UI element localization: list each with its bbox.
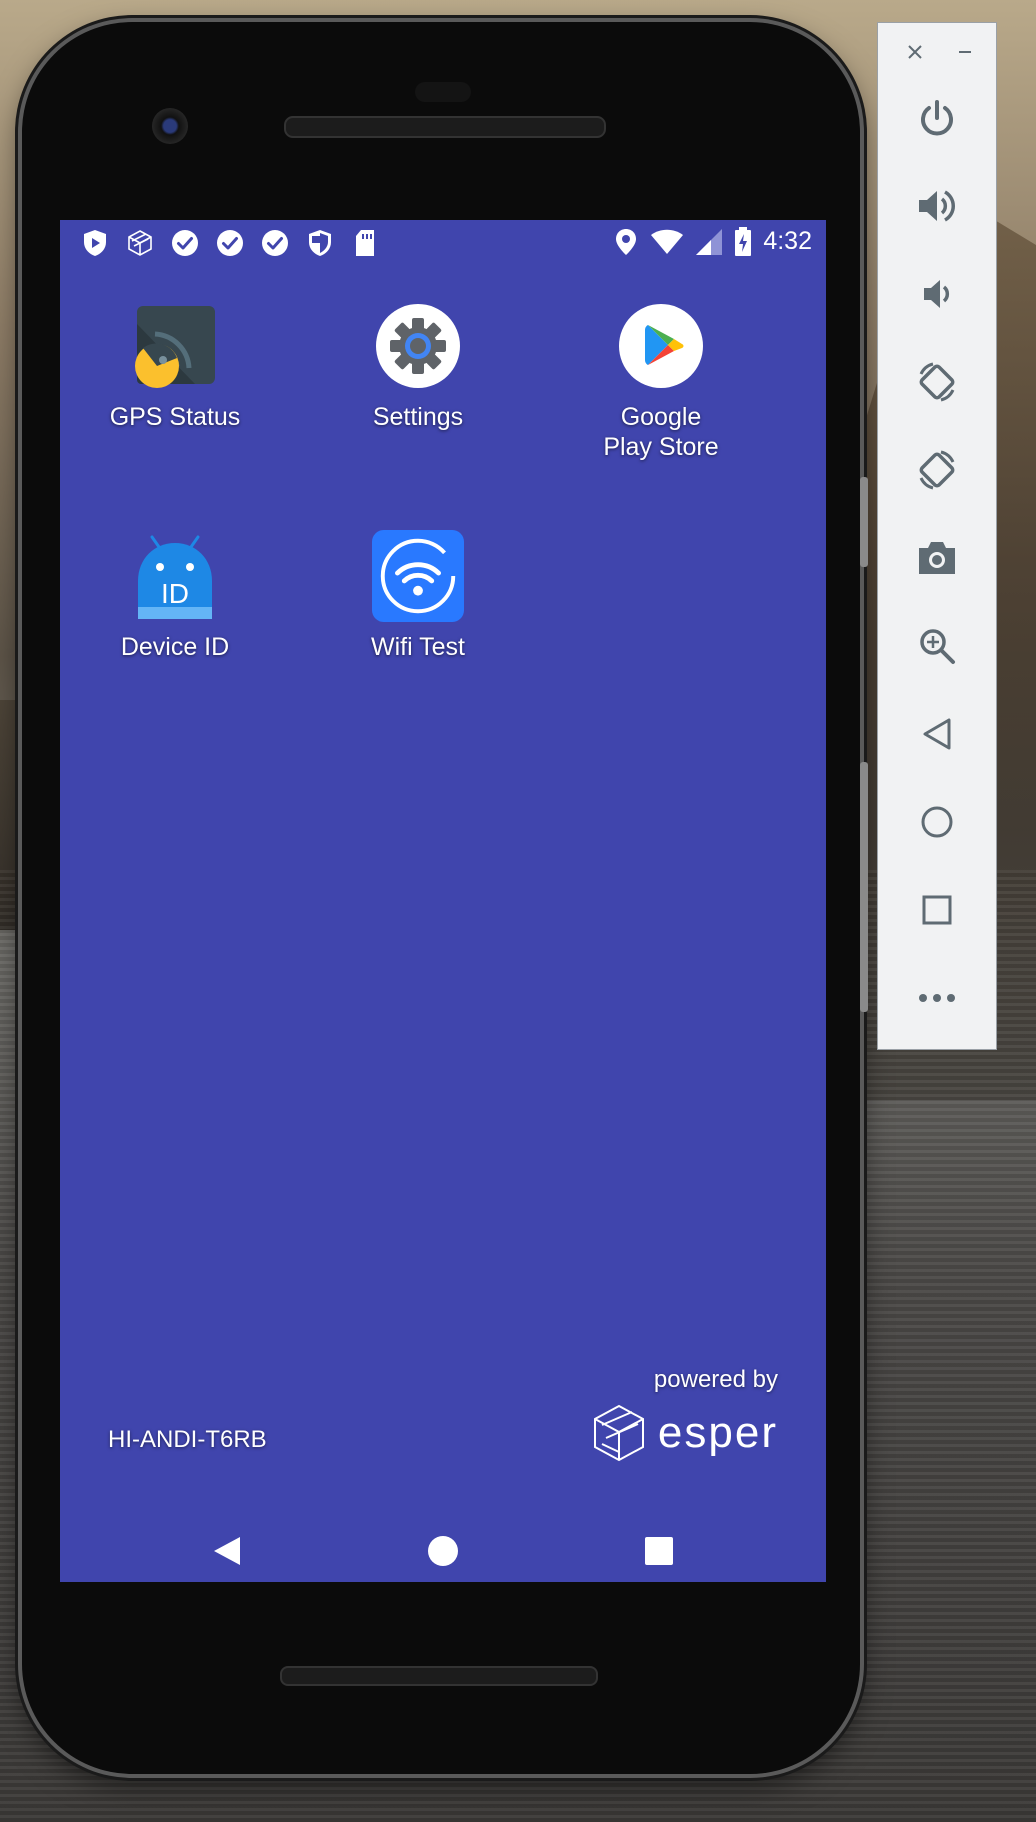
system-icons: 4:32 <box>611 226 812 256</box>
esper-cube-icon <box>593 1404 644 1462</box>
app-label: Settings <box>372 403 464 431</box>
overview-button[interactable] <box>908 881 966 939</box>
toolbar-window-controls <box>878 39 996 69</box>
volume-down-button[interactable] <box>908 265 966 323</box>
more-button[interactable] <box>908 969 966 1027</box>
gps-status-icon <box>129 300 221 392</box>
notification-icons <box>80 228 379 257</box>
app-label: Google Play Store <box>603 403 719 461</box>
emulator-toolbar <box>877 22 997 1050</box>
sd-card-icon <box>350 228 379 257</box>
volume-down-icon <box>924 280 950 308</box>
earpiece-speaker <box>284 116 606 138</box>
location-icon <box>611 227 640 256</box>
proximity-sensor <box>415 82 471 102</box>
volume-up-icon <box>919 190 955 222</box>
app-label: Wifi Test <box>371 633 465 661</box>
svg-text:ID: ID <box>161 578 189 609</box>
close-icon <box>908 45 922 59</box>
android-id-icon: ID <box>129 530 221 622</box>
esper-branding: powered by esper <box>592 1366 778 1462</box>
shield-icon <box>305 228 334 257</box>
rotate-left-button[interactable] <box>908 353 966 411</box>
navigation-bar <box>60 1520 826 1580</box>
screenshot-button[interactable] <box>908 529 966 587</box>
power-icon <box>921 100 953 136</box>
back-icon <box>214 1537 240 1565</box>
esper-wordmark: esper <box>657 1408 778 1457</box>
nav-back-button[interactable] <box>210 1534 244 1568</box>
app-settings[interactable]: Settings <box>318 300 518 432</box>
status-bar: 4:32 <box>60 220 826 266</box>
check-circle-icon <box>260 228 289 257</box>
rotate-right-icon <box>919 450 955 490</box>
bottom-speaker <box>280 1666 598 1686</box>
minimize-icon <box>959 51 971 53</box>
back-button[interactable] <box>908 705 966 763</box>
back-icon <box>923 718 951 750</box>
app-label: Device ID <box>120 633 230 661</box>
cube-logo-icon <box>125 228 154 257</box>
wifi-test-icon <box>372 530 464 622</box>
front-camera <box>152 108 188 144</box>
app-play-store[interactable]: Google Play Store <box>561 300 761 462</box>
nav-home-button[interactable] <box>426 1534 460 1568</box>
app-gps-status[interactable]: GPS Status <box>75 300 275 432</box>
side-button-upper <box>860 477 868 567</box>
home-icon <box>921 806 953 838</box>
device-name: HI-ANDI-T6RB <box>108 1426 267 1453</box>
play-store-icon <box>615 300 707 392</box>
power-button[interactable] <box>908 89 966 147</box>
esper-shield-icon <box>80 228 109 257</box>
powered-by-label: powered by <box>653 1366 778 1393</box>
app-label: GPS Status <box>109 403 241 431</box>
rotate-left-icon <box>919 362 955 402</box>
zoom-icon <box>920 629 955 664</box>
overview-icon <box>922 895 952 925</box>
app-wifi-test[interactable]: Wifi Test <box>318 530 518 662</box>
esper-logo: esper <box>592 1404 778 1462</box>
signal-icon <box>694 227 723 256</box>
home-button[interactable] <box>908 793 966 851</box>
recents-icon <box>645 1537 673 1565</box>
side-button-lower <box>860 762 868 1012</box>
wifi-icon <box>650 227 684 256</box>
zoom-button[interactable] <box>908 617 966 675</box>
settings-gear-icon <box>372 300 464 392</box>
minimize-button[interactable] <box>952 39 978 65</box>
rotate-right-button[interactable] <box>908 441 966 499</box>
check-circle-icon <box>215 228 244 257</box>
close-button[interactable] <box>902 39 928 65</box>
check-circle-icon <box>170 228 199 257</box>
volume-up-button[interactable] <box>908 177 966 235</box>
more-icon <box>919 994 955 1002</box>
app-device-id[interactable]: ID Device ID <box>75 530 275 662</box>
device-screen: 4:32 GPS Status Settings Google Play Sto… <box>60 220 826 1582</box>
clock: 4:32 <box>763 227 812 255</box>
home-icon <box>428 1536 458 1566</box>
nav-recents-button[interactable] <box>642 1534 676 1568</box>
battery-charging-icon <box>733 226 753 256</box>
camera-icon <box>919 542 955 574</box>
